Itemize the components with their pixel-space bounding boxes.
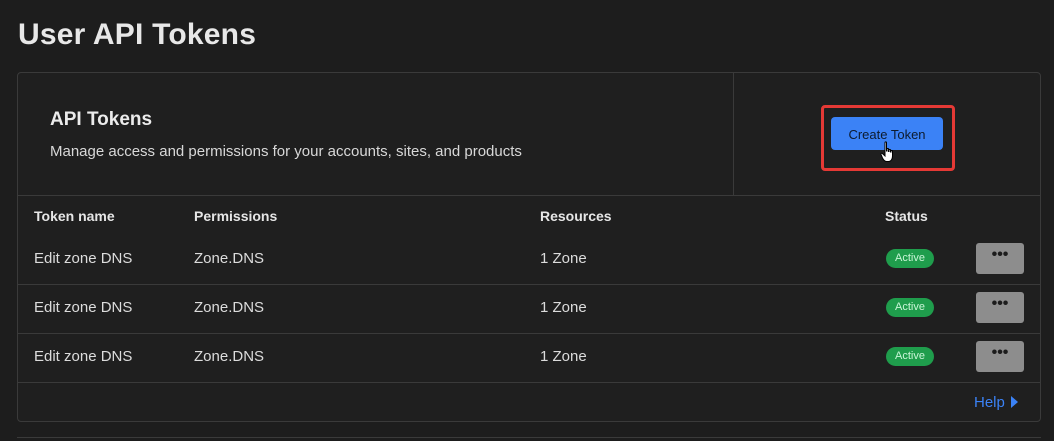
status-badge: Active	[886, 298, 934, 317]
page-title: User API Tokens	[18, 18, 257, 51]
permissions-cell: Zone.DNS	[194, 250, 265, 267]
table-row: Edit zone DNS Zone.DNS 1 Zone Active •••	[18, 235, 1040, 285]
status-badge: Active	[886, 347, 934, 366]
more-actions-button[interactable]: •••	[976, 341, 1024, 372]
api-tokens-card: API Tokens Manage access and permissions…	[17, 72, 1041, 422]
status-badge: Active	[886, 249, 934, 268]
card-header-info: API Tokens Manage access and permissions…	[18, 73, 734, 195]
hand-pointer-icon	[880, 141, 893, 162]
help-link-label: Help	[974, 394, 1005, 411]
caret-right-icon	[1010, 396, 1018, 408]
column-header-status: Status	[885, 208, 928, 224]
table-row: Edit zone DNS Zone.DNS 1 Zone Active •••	[18, 333, 1040, 383]
divider	[17, 437, 1041, 438]
more-actions-button[interactable]: •••	[976, 243, 1024, 274]
table-row: Edit zone DNS Zone.DNS 1 Zone Active •••	[18, 284, 1040, 334]
card-header: API Tokens Manage access and permissions…	[18, 73, 1040, 196]
help-link[interactable]: Help	[974, 394, 1018, 411]
card-title: API Tokens	[50, 109, 153, 130]
column-header-token-name: Token name	[34, 208, 115, 224]
more-actions-button[interactable]: •••	[976, 292, 1024, 323]
card-subtitle: Manage access and permissions for your a…	[50, 143, 522, 160]
resources-cell: 1 Zone	[540, 299, 587, 316]
token-name-cell: Edit zone DNS	[34, 299, 133, 316]
resources-cell: 1 Zone	[540, 250, 587, 267]
permissions-cell: Zone.DNS	[194, 348, 265, 365]
resources-cell: 1 Zone	[540, 348, 587, 365]
token-name-cell: Edit zone DNS	[34, 250, 133, 267]
permissions-cell: Zone.DNS	[194, 299, 265, 316]
column-header-permissions: Permissions	[194, 208, 278, 224]
token-name-cell: Edit zone DNS	[34, 348, 133, 365]
column-header-resources: Resources	[540, 208, 612, 224]
